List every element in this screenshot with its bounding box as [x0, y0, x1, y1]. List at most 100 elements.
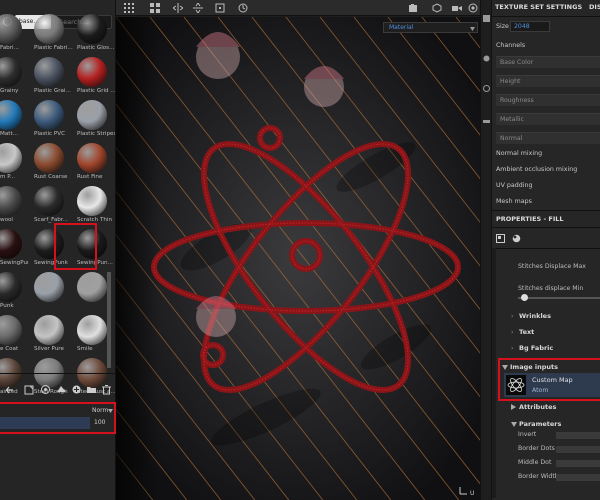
material-thumbnail[interactable]: [77, 315, 107, 345]
material-thumbnail[interactable]: [77, 57, 107, 87]
texture-option-label[interactable]: Ambient occlusion mixing: [496, 166, 577, 173]
material-label: m P...: [0, 174, 16, 180]
material-label: Fabri...: [0, 45, 19, 51]
material-thumbnail[interactable]: [34, 143, 64, 173]
fit-view-icon[interactable]: [215, 3, 225, 13]
slider-handle[interactable]: [521, 294, 528, 301]
highlight-box-blend: [0, 402, 116, 434]
parameters-header[interactable]: Parameters: [519, 420, 561, 428]
material-thumbnail[interactable]: [0, 229, 22, 259]
material-label: Plastic Grid ...: [77, 88, 116, 94]
section-header[interactable]: Text: [519, 328, 534, 336]
texture-option-label[interactable]: UV padding: [496, 182, 533, 189]
material-thumbnail[interactable]: [34, 100, 64, 130]
add-effect-icon[interactable]: [71, 384, 82, 395]
grid-icon[interactable]: [124, 3, 134, 13]
material-label: Rust Coarse: [34, 174, 68, 180]
material-label: Plastic PVC: [34, 131, 65, 137]
stitches-min-slider[interactable]: [518, 297, 600, 299]
channel-row[interactable]: Roughness: [496, 94, 600, 106]
separator: [492, 16, 600, 17]
highlight-box-material: [54, 223, 97, 270]
layer-toolbar: [0, 378, 116, 400]
material-thumbnail[interactable]: [34, 57, 64, 87]
cube-icon[interactable]: [432, 3, 442, 13]
separator: [492, 248, 600, 249]
panel-tab-strip: [481, 0, 492, 500]
material-thumbnail[interactable]: [77, 143, 107, 173]
separator: [492, 227, 600, 228]
fill-properties-icon[interactable]: [496, 234, 505, 243]
viewport-2d[interactable]: [116, 17, 480, 500]
chevron-down-icon: [470, 27, 475, 31]
channel-row[interactable]: Normal: [496, 132, 600, 144]
add-fill-layer-icon[interactable]: [40, 384, 51, 395]
material-label: Grainy: [0, 88, 19, 94]
material-thumbnail[interactable]: [77, 272, 107, 302]
add-paint-layer-icon[interactable]: [24, 384, 35, 395]
add-folder-icon[interactable]: [86, 384, 97, 395]
material-thumbnail[interactable]: [34, 272, 64, 302]
material-thumbnail[interactable]: [77, 14, 107, 44]
material-label: Plastic Glos...: [77, 45, 115, 51]
view-grid-icon[interactable]: [150, 3, 160, 13]
properties-scrollbar[interactable]: [492, 248, 496, 498]
chevron-down-icon[interactable]: [511, 422, 517, 427]
material-label: Plastic Fabri...: [34, 45, 73, 51]
history-icon[interactable]: [238, 3, 248, 13]
material-thumbnail[interactable]: [34, 14, 64, 44]
texture-option-label[interactable]: Mesh maps: [496, 198, 532, 205]
section-header[interactable]: Bg Fabric: [519, 344, 553, 352]
material-thumbnail[interactable]: [34, 186, 64, 216]
svg-text:U: U: [470, 490, 474, 496]
material-thumbnail[interactable]: [0, 143, 22, 173]
size-select[interactable]: 2048: [510, 21, 550, 32]
add-mask-icon[interactable]: [56, 384, 67, 395]
viewport-display-select[interactable]: Material: [383, 22, 478, 33]
channel-row[interactable]: Base Color: [496, 56, 600, 68]
material-icon[interactable]: [483, 85, 490, 92]
section-header[interactable]: Wrinkles: [519, 312, 551, 320]
size-value: 2048: [514, 23, 530, 30]
layers-icon[interactable]: [483, 15, 490, 22]
channel-row[interactable]: Metallic: [496, 113, 600, 125]
texture-option-label[interactable]: Normal mixing: [496, 150, 542, 157]
material-label: Plastic Stripes: [77, 131, 116, 137]
parameter-slider[interactable]: [556, 474, 600, 481]
material-mode-icon[interactable]: [512, 234, 521, 243]
material-thumbnail[interactable]: [0, 315, 22, 345]
camera-icon[interactable]: [408, 3, 418, 13]
parameter-label: Border Dots: [518, 445, 555, 452]
chevron-right-icon[interactable]: ›: [511, 313, 513, 320]
size-label: Size: [496, 23, 509, 30]
flip-horizontal-icon[interactable]: [173, 3, 183, 13]
material-label: Rust Fine: [77, 174, 103, 180]
material-thumbnail[interactable]: [0, 272, 22, 302]
channel-row[interactable]: Height: [496, 75, 600, 87]
chevron-right-icon[interactable]: ›: [511, 329, 513, 336]
screenshot-icon[interactable]: [468, 3, 478, 13]
material-thumbnail[interactable]: [0, 100, 22, 130]
attributes-header[interactable]: Attributes: [519, 403, 556, 411]
delete-layer-icon[interactable]: [101, 384, 112, 395]
arrow-left-icon[interactable]: [6, 386, 14, 394]
material-label: Silver Pure: [34, 346, 64, 352]
channel-icon[interactable]: [483, 118, 490, 125]
material-thumbnail[interactable]: [34, 315, 64, 345]
shelf-scrollbar[interactable]: [107, 272, 111, 368]
parameter-slider[interactable]: [556, 460, 600, 467]
material-thumbnail[interactable]: [77, 100, 107, 130]
material-thumbnail[interactable]: [0, 186, 22, 216]
chevron-right-icon[interactable]: ›: [511, 345, 513, 352]
settings-icon[interactable]: [483, 55, 490, 62]
video-icon[interactable]: [452, 3, 462, 13]
flip-vertical-icon[interactable]: [193, 3, 203, 13]
channels-label: Channels: [496, 42, 526, 49]
chevron-right-icon[interactable]: [511, 404, 516, 410]
material-thumbnail[interactable]: [0, 57, 22, 87]
material-thumbnail[interactable]: [77, 186, 107, 216]
parameter-slider[interactable]: [556, 432, 600, 439]
display-tab-title[interactable]: DIS: [589, 3, 600, 11]
properties-fill-title: PROPERTIES - FILL: [496, 215, 564, 223]
parameter-slider[interactable]: [556, 446, 600, 453]
